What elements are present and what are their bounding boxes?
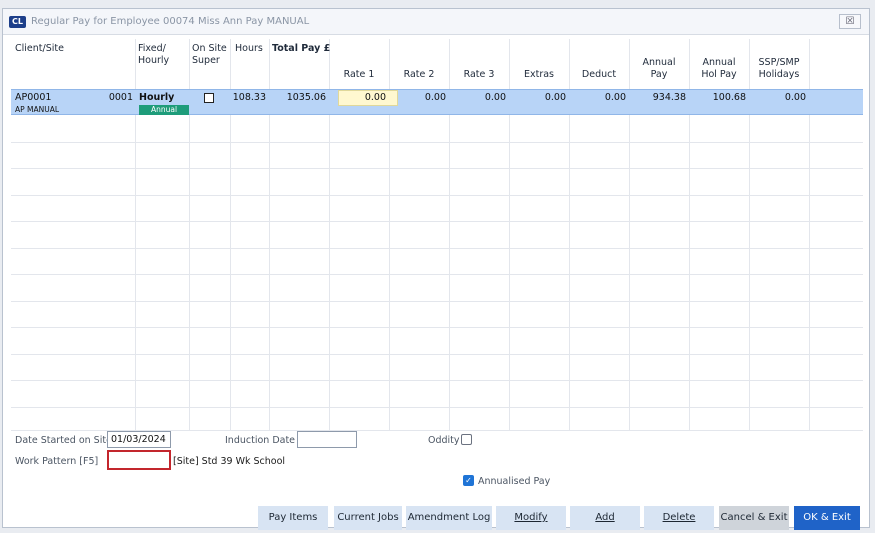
current-jobs-button[interactable]: Current Jobs — [334, 506, 402, 530]
header-extras[interactable]: Extras — [509, 69, 569, 81]
date-started-label: Date Started on Site — [15, 435, 112, 446]
header-rate2[interactable]: Rate 2 — [389, 69, 449, 81]
work-pattern-field[interactable] — [107, 450, 171, 470]
grid-row-line — [11, 274, 863, 275]
header-rate3[interactable]: Rate 3 — [449, 69, 509, 81]
header-annual-hol-line2[interactable]: Hol Pay — [689, 69, 749, 81]
row-extras[interactable]: 0.00 — [509, 92, 566, 104]
grid-row-line — [11, 407, 863, 408]
app-logo-icon: CL — [9, 16, 26, 28]
header-rate1[interactable]: Rate 1 — [329, 69, 389, 81]
grid-row-line — [11, 221, 863, 222]
header-deduct[interactable]: Deduct — [569, 69, 629, 81]
header-annual-hol-line1[interactable]: Annual — [689, 57, 749, 69]
header-ssp-smp-line1[interactable]: SSP/SMP — [749, 57, 809, 69]
row-hours: 108.33 — [232, 92, 266, 103]
header-on-site-line1[interactable]: On Site — [192, 43, 227, 55]
row-annual-pay: 934.38 — [652, 92, 686, 103]
work-pattern-label: Work Pattern [F5] — [15, 456, 99, 467]
on-site-super-checkbox[interactable] — [204, 93, 214, 103]
header-annual-pay-line2[interactable]: Pay — [629, 69, 689, 81]
grid-row-line — [11, 142, 863, 143]
oddity-checkbox[interactable] — [461, 434, 472, 445]
row-rate3[interactable]: 0.00 — [449, 92, 506, 104]
induction-date-label: Induction Date — [225, 435, 296, 446]
amendment-log-button[interactable]: Amendment Log — [406, 506, 492, 530]
row-rate1[interactable]: 0.00 — [329, 92, 386, 104]
grid-row-line — [11, 168, 863, 169]
header-ssp-smp-line2[interactable]: Holidays — [749, 69, 809, 81]
header-fixed-hourly-line2[interactable]: Hourly — [138, 55, 169, 67]
title-bar: CL Regular Pay for Employee 00074 Miss A… — [3, 9, 869, 35]
header-on-site-line2[interactable]: Super — [192, 55, 220, 67]
header-fixed-hourly-line1[interactable]: Fixed/ — [138, 43, 166, 55]
header-total-pay[interactable]: Total Pay £ — [272, 43, 330, 55]
close-icon[interactable]: ☒ — [839, 14, 861, 29]
window-title: Regular Pay for Employee 00074 Miss Ann … — [31, 16, 310, 27]
row-rate2[interactable]: 0.00 — [389, 92, 446, 104]
header-client-site[interactable]: Client/Site — [15, 43, 64, 55]
grid-row-line — [11, 248, 863, 249]
ok-exit-button[interactable]: OK & Exit — [794, 506, 860, 530]
date-started-field[interactable]: 01/03/2024 — [107, 431, 171, 448]
row-total-pay: 1035.06 — [286, 92, 326, 103]
modify-button[interactable]: Modify — [496, 506, 566, 530]
regular-pay-window: CL Regular Pay for Employee 00074 Miss A… — [2, 8, 870, 530]
induction-date-field[interactable] — [297, 431, 357, 448]
grid-row-line — [11, 380, 863, 381]
pay-type-badge: Annual — [139, 105, 189, 115]
grid-row-line — [11, 195, 863, 196]
grid-row-line — [11, 301, 863, 302]
grid-row-line — [11, 354, 863, 355]
delete-button[interactable]: Delete — [644, 506, 714, 530]
header-hours[interactable]: Hours — [235, 43, 263, 55]
add-button[interactable]: Add — [570, 506, 640, 530]
pay-items-button[interactable]: Pay Items — [258, 506, 328, 530]
row-annual-hol-pay: 100.68 — [712, 92, 746, 103]
grid-row-line — [11, 327, 863, 328]
cancel-exit-button[interactable]: Cancel & Exit — [719, 506, 789, 530]
site-pattern-text: [Site] Std 39 Wk School — [173, 456, 286, 467]
row-fixed-hourly: Hourly — [139, 92, 175, 103]
annualised-pay-label: Annualised Pay — [478, 476, 551, 487]
annualised-pay-checkbox[interactable]: ✓ — [463, 475, 474, 486]
row-client-code: AP0001 — [15, 92, 52, 103]
row-site-code: 0001 — [108, 92, 133, 103]
row-site-name: AP MANUAL — [15, 105, 60, 114]
header-annual-pay-line1[interactable]: Annual — [629, 57, 689, 69]
row-deduct[interactable]: 0.00 — [569, 92, 626, 104]
row-ssp-smp-holidays: 0.00 — [784, 92, 806, 103]
pay-grid: Client/Site Fixed/ Hourly On Site Super … — [11, 39, 863, 431]
oddity-label: Oddity — [428, 435, 460, 446]
